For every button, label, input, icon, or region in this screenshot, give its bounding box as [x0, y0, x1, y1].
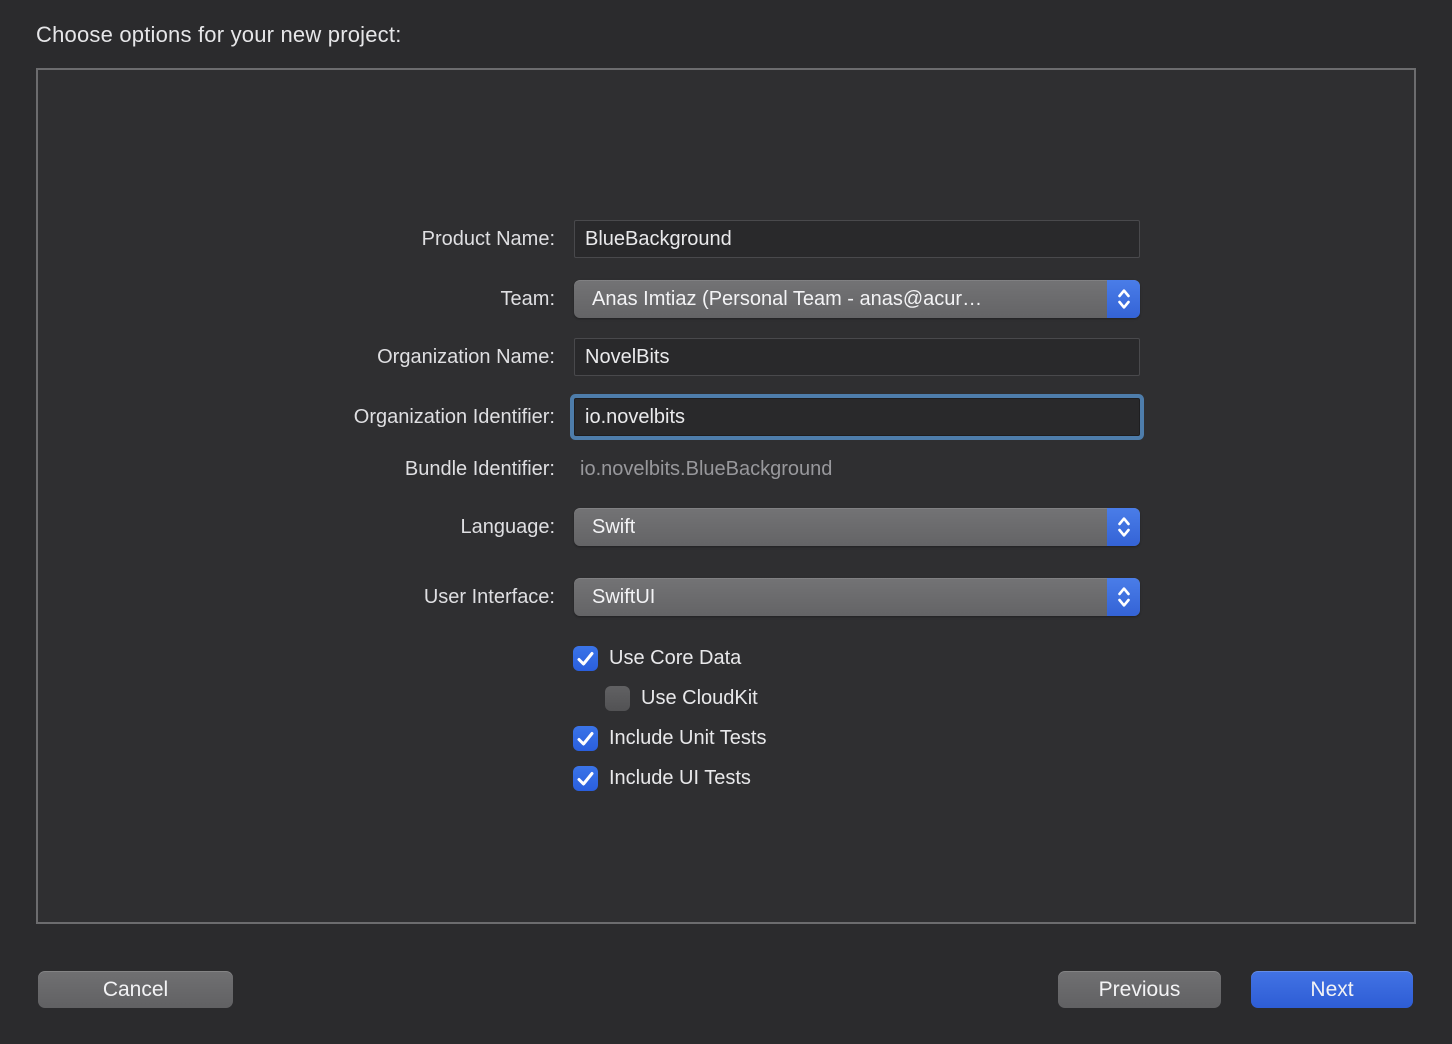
use-cloudkit-checkbox[interactable] — [605, 685, 630, 711]
user-interface-popup[interactable]: SwiftUI — [574, 578, 1140, 616]
team-popup[interactable]: Anas Imtiaz (Personal Team - anas@acur… — [574, 280, 1140, 318]
team-row: Team: Anas Imtiaz (Personal Team - anas@… — [38, 280, 1414, 318]
include-unit-tests-row[interactable]: Include Unit Tests — [573, 725, 767, 751]
use-core-data-row[interactable]: Use Core Data — [573, 645, 741, 671]
cancel-button[interactable]: Cancel — [38, 971, 233, 1008]
checkmark-icon — [573, 766, 598, 791]
language-label: Language: — [460, 515, 555, 538]
chevron-up-down-icon — [1107, 578, 1140, 616]
language-popup-value: Swift — [592, 515, 636, 538]
include-unit-tests-label: Include Unit Tests — [609, 726, 767, 749]
organization-identifier-input[interactable] — [574, 398, 1140, 436]
team-popup-value: Anas Imtiaz (Personal Team - anas@acur… — [592, 287, 983, 310]
user-interface-popup-value: SwiftUI — [592, 585, 656, 608]
checkmark-icon — [573, 646, 598, 671]
include-ui-tests-label: Include UI Tests — [609, 766, 751, 789]
use-core-data-label: Use Core Data — [609, 646, 742, 669]
product-name-label: Product Name: — [421, 227, 555, 250]
team-label: Team: — [500, 287, 555, 310]
include-ui-tests-row[interactable]: Include UI Tests — [573, 765, 751, 791]
organization-name-label: Organization Name: — [377, 345, 555, 368]
chevron-up-down-icon — [1107, 508, 1140, 546]
bundle-identifier-row: Bundle Identifier: io.novelbits.BlueBack… — [38, 450, 1414, 488]
bundle-identifier-value: io.novelbits.BlueBackground — [580, 457, 833, 480]
product-name-input[interactable] — [574, 220, 1140, 258]
next-button[interactable]: Next — [1251, 971, 1413, 1008]
organization-name-row: Organization Name: — [38, 338, 1414, 376]
sheet-title: Choose options for your new project: — [36, 22, 402, 47]
use-core-data-checkbox[interactable] — [573, 645, 598, 671]
chevron-up-down-icon — [1107, 280, 1140, 318]
previous-button[interactable]: Previous — [1058, 971, 1221, 1008]
use-cloudkit-label: Use CloudKit — [641, 686, 758, 709]
user-interface-row: User Interface: SwiftUI — [38, 578, 1414, 616]
language-popup[interactable]: Swift — [574, 508, 1140, 546]
organization-name-input[interactable] — [574, 338, 1140, 376]
include-unit-tests-checkbox[interactable] — [573, 725, 598, 751]
user-interface-label: User Interface: — [423, 585, 555, 608]
include-ui-tests-checkbox[interactable] — [573, 765, 598, 791]
language-row: Language: Swift — [38, 508, 1414, 546]
organization-identifier-label: Organization Identifier: — [353, 405, 555, 428]
product-name-row: Product Name: — [38, 220, 1414, 258]
use-cloudkit-row[interactable]: Use CloudKit — [605, 685, 758, 711]
checkmark-icon — [573, 726, 598, 751]
organization-identifier-row: Organization Identifier: — [38, 398, 1414, 436]
bundle-identifier-label: Bundle Identifier: — [404, 457, 555, 480]
options-panel: Product Name: Team: Anas Imtiaz (Persona… — [36, 68, 1416, 924]
